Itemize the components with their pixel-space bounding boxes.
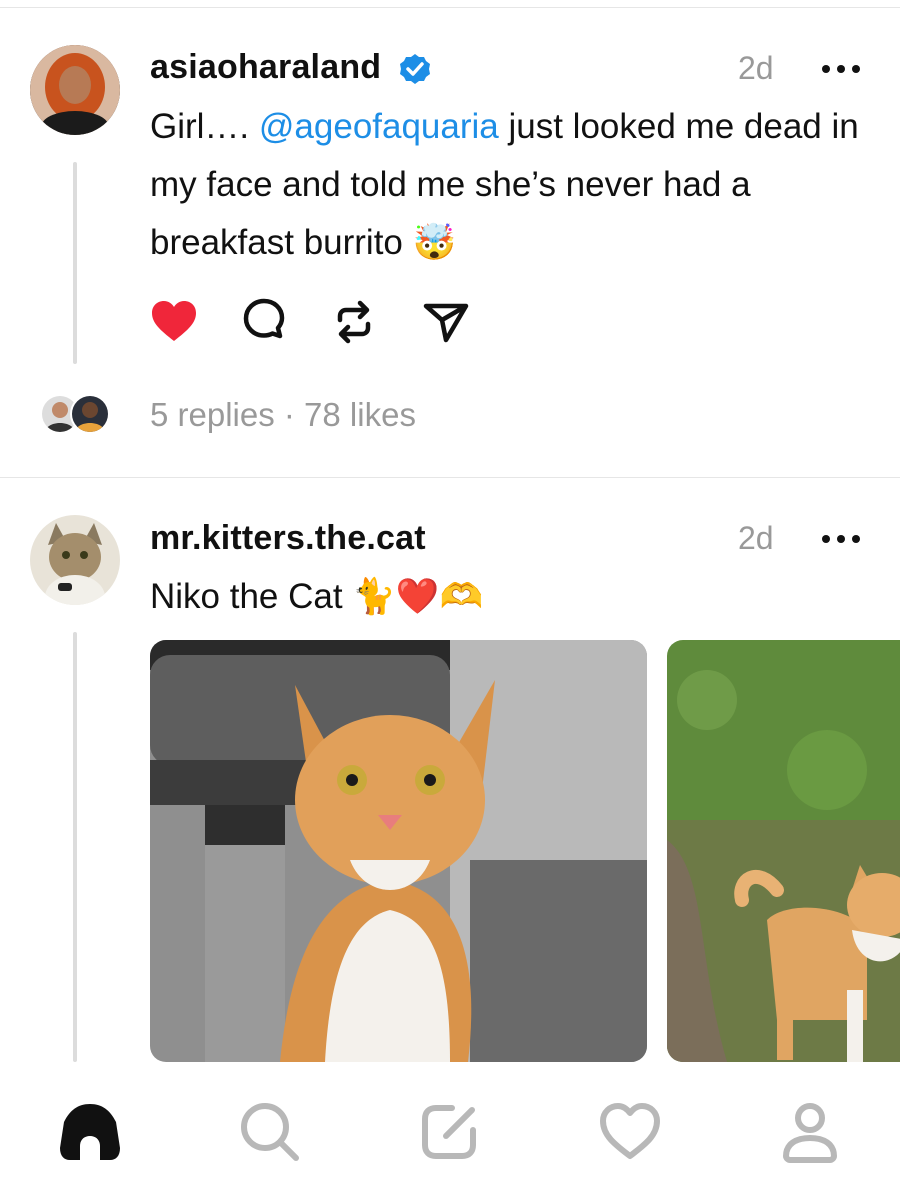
bottom-tab-bar	[0, 1062, 900, 1200]
username[interactable]: mr.kitters.the.cat	[150, 519, 426, 558]
avatar[interactable]	[30, 45, 120, 135]
post-text-start: Girl….	[150, 107, 259, 146]
verified-badge-icon	[400, 54, 430, 84]
home-icon[interactable]	[58, 1100, 122, 1164]
cat-heart-emoji: 🐈❤️🫶	[352, 577, 484, 617]
username[interactable]: asiaoharaland	[150, 48, 381, 87]
timestamp: 2d	[738, 520, 774, 556]
mention-link[interactable]: @ageofaquaria	[259, 107, 499, 146]
avatar[interactable]	[30, 515, 120, 605]
thread-line	[73, 162, 77, 364]
activity-heart-icon[interactable]	[598, 1100, 662, 1164]
like-heart-icon[interactable]	[150, 298, 198, 346]
post-photo-1[interactable]	[150, 640, 647, 1062]
profile-icon[interactable]	[778, 1100, 842, 1164]
post-text-body: Niko the Cat	[150, 577, 353, 616]
exploding-head-emoji: 🤯	[412, 223, 457, 263]
reply-avatar	[70, 394, 110, 434]
timestamp: 2d	[738, 50, 774, 86]
share-send-icon[interactable]	[422, 298, 470, 346]
more-options-icon[interactable]	[820, 62, 864, 76]
post-text: Girl…. @ageofaquaria just looked me dead…	[150, 98, 870, 272]
top-divider	[0, 7, 900, 8]
search-icon[interactable]	[238, 1100, 302, 1164]
repost-icon[interactable]	[330, 298, 378, 346]
post-photo-2[interactable]	[667, 640, 900, 1062]
post-divider	[0, 477, 900, 478]
replies-likes-count[interactable]: 5 replies · 78 likes	[150, 396, 416, 434]
more-options-icon[interactable]	[820, 532, 864, 546]
reply-icon[interactable]	[240, 298, 288, 346]
thread-line	[73, 632, 77, 1062]
compose-icon[interactable]	[418, 1100, 482, 1164]
post-text: Niko the Cat 🐈❤️🫶	[150, 568, 870, 626]
